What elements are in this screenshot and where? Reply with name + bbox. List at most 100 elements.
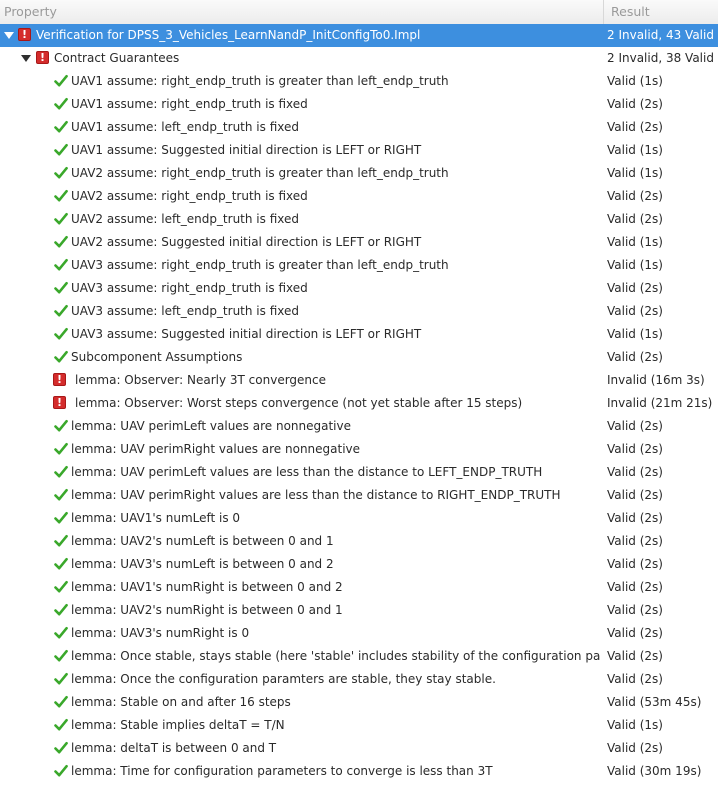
property-cell: UAV1 assume: left_endp_truth is fixed bbox=[0, 116, 601, 139]
property-cell: UAV3 assume: right_endp_truth is greater… bbox=[0, 254, 601, 277]
property-label: lemma: UAV perimRight values are nonnega… bbox=[71, 442, 361, 456]
tree-row[interactable]: UAV2 assume: Suggested initial direction… bbox=[0, 231, 718, 254]
result-cell: Valid (2s) bbox=[607, 120, 663, 134]
check-icon bbox=[54, 97, 68, 111]
tree-row[interactable]: Verification for DPSS_3_Vehicles_LearnNa… bbox=[0, 24, 718, 47]
tree-row[interactable]: Contract Guarantees 2 Invalid, 38 Valid bbox=[0, 47, 718, 70]
expand-arrow-icon[interactable] bbox=[3, 24, 15, 47]
property-cell: lemma: UAV3's numRight is 0 bbox=[0, 622, 601, 645]
property-cell: lemma: deltaT is between 0 and T bbox=[0, 737, 601, 760]
tree-row[interactable]: UAV3 assume: right_endp_truth is greater… bbox=[0, 254, 718, 277]
result-cell: Valid (2s) bbox=[607, 488, 663, 502]
property-label: UAV3 assume: right_endp_truth is fixed bbox=[71, 281, 308, 295]
tree-row[interactable]: UAV1 assume: right_endp_truth is greater… bbox=[0, 70, 718, 93]
check-icon bbox=[54, 350, 68, 364]
property-label: lemma: UAV perimLeft values are less tha… bbox=[71, 465, 543, 479]
property-label: lemma: UAV perimRight values are less th… bbox=[71, 488, 561, 502]
property-column-header[interactable]: Property bbox=[4, 0, 57, 24]
tree-row[interactable]: lemma: UAV3's numLeft is between 0 and 2… bbox=[0, 553, 718, 576]
result-cell: Valid (2s) bbox=[607, 580, 663, 594]
error-icon bbox=[18, 27, 31, 42]
property-cell: UAV2 assume: right_endp_truth is greater… bbox=[0, 162, 601, 185]
tree-row[interactable]: lemma: Once the configuration paramters … bbox=[0, 668, 718, 691]
property-label: UAV3 assume: left_endp_truth is fixed bbox=[71, 304, 299, 318]
check-icon bbox=[54, 442, 68, 456]
tree-row[interactable]: UAV3 assume: Suggested initial direction… bbox=[0, 323, 718, 346]
result-cell: Valid (2s) bbox=[607, 741, 663, 755]
property-cell: lemma: UAV perimRight values are less th… bbox=[0, 484, 601, 507]
property-label: lemma: UAV3's numRight is 0 bbox=[71, 626, 250, 640]
property-cell: UAV3 assume: Suggested initial direction… bbox=[0, 323, 601, 346]
tree-row[interactable]: UAV2 assume: left_endp_truth is fixed Val… bbox=[0, 208, 718, 231]
tree-row[interactable]: UAV3 assume: right_endp_truth is fixed Va… bbox=[0, 277, 718, 300]
property-label: UAV1 assume: Suggested initial direction… bbox=[71, 143, 422, 157]
tree-row[interactable]: lemma: Stable implies deltaT = T/N Valid … bbox=[0, 714, 718, 737]
check-icon bbox=[54, 327, 68, 341]
result-cell: Valid (1s) bbox=[607, 74, 663, 88]
tree-row[interactable]: lemma: UAV perimRight values are nonnega… bbox=[0, 438, 718, 461]
check-icon bbox=[54, 649, 68, 663]
tree-row[interactable]: lemma: UAV perimRight values are less th… bbox=[0, 484, 718, 507]
tree-row[interactable]: UAV1 assume: left_endp_truth is fixed Val… bbox=[0, 116, 718, 139]
check-icon bbox=[54, 557, 68, 571]
property-label: lemma: Once stable, stays stable (here '… bbox=[71, 649, 601, 663]
results-tree: Verification for DPSS_3_Vehicles_LearnNa… bbox=[0, 24, 718, 783]
check-icon bbox=[54, 488, 68, 502]
tree-row[interactable]: UAV3 assume: left_endp_truth is fixed Val… bbox=[0, 300, 718, 323]
property-cell: lemma: Observer: Nearly 3T convergence bbox=[0, 369, 601, 392]
result-cell: Invalid (21m 21s) bbox=[607, 396, 713, 410]
result-cell: Valid (1s) bbox=[607, 258, 663, 272]
tree-row[interactable]: lemma: Observer: Worst steps convergence… bbox=[0, 392, 718, 415]
property-cell: Subcomponent Assumptions bbox=[0, 346, 601, 369]
result-cell: Valid (2s) bbox=[607, 442, 663, 456]
tree-row[interactable]: lemma: UAV perimLeft values are nonnegat… bbox=[0, 415, 718, 438]
tree-row[interactable]: lemma: Once stable, stays stable (here '… bbox=[0, 645, 718, 668]
property-cell: lemma: UAV perimLeft values are nonnegat… bbox=[0, 415, 601, 438]
tree-row[interactable]: UAV2 assume: right_endp_truth is fixed Va… bbox=[0, 185, 718, 208]
expand-arrow-icon[interactable] bbox=[20, 47, 32, 70]
check-icon bbox=[54, 580, 68, 594]
tree-row[interactable]: lemma: UAV3's numRight is 0 Valid (2s) bbox=[0, 622, 718, 645]
tree-row[interactable]: UAV2 assume: right_endp_truth is greater… bbox=[0, 162, 718, 185]
result-cell: Valid (2s) bbox=[607, 626, 663, 640]
property-label: UAV3 assume: right_endp_truth is greater… bbox=[71, 258, 449, 272]
result-cell: Valid (2s) bbox=[607, 465, 663, 479]
tree-row[interactable]: lemma: Time for configuration parameters… bbox=[0, 760, 718, 783]
result-cell: Valid (2s) bbox=[607, 281, 663, 295]
property-cell: UAV3 assume: right_endp_truth is fixed bbox=[0, 277, 601, 300]
tree-row[interactable]: lemma: UAV perimLeft values are less tha… bbox=[0, 461, 718, 484]
property-label: UAV2 assume: right_endp_truth is greater… bbox=[71, 166, 449, 180]
tree-row[interactable]: UAV1 assume: Suggested initial direction… bbox=[0, 139, 718, 162]
result-cell: Valid (2s) bbox=[607, 350, 663, 364]
tree-row[interactable]: Subcomponent Assumptions Valid (2s) bbox=[0, 346, 718, 369]
property-label: UAV2 assume: right_endp_truth is fixed bbox=[71, 189, 308, 203]
property-label: lemma: Observer: Nearly 3T convergence bbox=[75, 373, 327, 387]
result-cell: Valid (1s) bbox=[607, 143, 663, 157]
check-icon bbox=[54, 419, 68, 433]
result-cell: Valid (2s) bbox=[607, 419, 663, 433]
property-cell: lemma: UAV2's numLeft is between 0 and 1 bbox=[0, 530, 601, 553]
property-label: Subcomponent Assumptions bbox=[71, 350, 243, 364]
property-cell: UAV2 assume: right_endp_truth is fixed bbox=[0, 185, 601, 208]
tree-row[interactable]: lemma: Stable on and after 16 steps Valid… bbox=[0, 691, 718, 714]
tree-row[interactable]: UAV1 assume: right_endp_truth is fixed Va… bbox=[0, 93, 718, 116]
check-icon bbox=[54, 511, 68, 525]
result-cell: Valid (2s) bbox=[607, 304, 663, 318]
result-cell: Valid (1s) bbox=[607, 718, 663, 732]
tree-row[interactable]: lemma: UAV2's numLeft is between 0 and 1… bbox=[0, 530, 718, 553]
tree-row[interactable]: lemma: UAV2's numRight is between 0 and … bbox=[0, 599, 718, 622]
tree-row[interactable]: lemma: Observer: Nearly 3T convergence In… bbox=[0, 369, 718, 392]
property-label: lemma: UAV1's numLeft is 0 bbox=[71, 511, 241, 525]
result-cell: Valid (1s) bbox=[607, 327, 663, 341]
tree-row[interactable]: lemma: deltaT is between 0 and T Valid (2… bbox=[0, 737, 718, 760]
result-cell: Valid (2s) bbox=[607, 672, 663, 686]
tree-row[interactable]: lemma: UAV1's numLeft is 0 Valid (2s) bbox=[0, 507, 718, 530]
property-label: lemma: UAV3's numLeft is between 0 and 2 bbox=[71, 557, 334, 571]
property-cell: lemma: Once the configuration paramters … bbox=[0, 668, 601, 691]
property-label: lemma: deltaT is between 0 and T bbox=[71, 741, 277, 755]
result-column-header[interactable]: Result bbox=[603, 0, 650, 24]
result-cell: Valid (2s) bbox=[607, 557, 663, 571]
property-cell: UAV1 assume: right_endp_truth is greater… bbox=[0, 70, 601, 93]
tree-row[interactable]: lemma: UAV1's numRight is between 0 and … bbox=[0, 576, 718, 599]
property-label: UAV1 assume: right_endp_truth is greater… bbox=[71, 74, 449, 88]
